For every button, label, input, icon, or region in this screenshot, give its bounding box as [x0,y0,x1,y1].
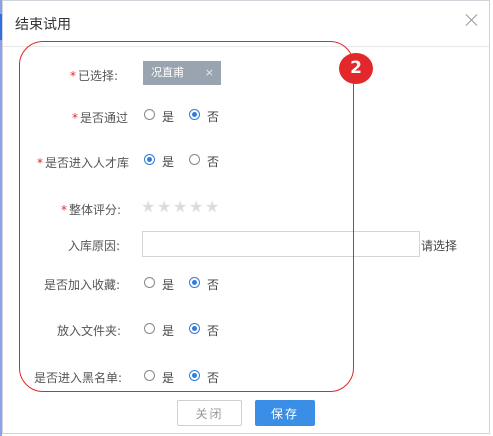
favorite-no-label: 否 [207,278,220,292]
close-button[interactable]: 关闭 [177,400,242,426]
pass-label: * 是否通过 [72,109,128,126]
dialog-title: 结束试用 [15,17,71,33]
candidate-name: 况直甫 [151,66,184,79]
pass-no-radio[interactable] [189,109,200,120]
folder-yes-radio[interactable] [144,323,155,334]
dialog-header: 结束试用 [3,1,489,47]
star-icon[interactable]: ★ [173,198,187,216]
blacklist-label: 是否进入黑名单: [34,371,123,385]
folder-yes-label: 是 [162,324,175,338]
rating-label-text: 整体评分: [69,203,122,217]
favorite-no-radio[interactable] [189,277,200,288]
folder-no-label: 否 [207,324,220,338]
favorite-yes-label: 是 [162,278,175,292]
required-mark: * [37,156,43,170]
star-icon[interactable]: ★ [205,198,219,216]
pass-no-label: 否 [207,110,220,124]
favorite-yes-radio[interactable] [144,277,155,288]
folder-label: 放入文件夹: [57,324,122,338]
pass-yes-radio[interactable] [144,109,155,120]
talent-pool-yes-radio[interactable] [144,154,155,165]
star-icon[interactable]: ★ [189,198,203,216]
rating-label: * 整体评分: [61,201,121,218]
required-mark: * [61,203,67,217]
save-button[interactable]: 保存 [255,400,315,426]
required-mark: * [72,111,78,125]
selected-label: * 已选择: [70,67,118,84]
blacklist-yes-label: 是 [162,371,175,385]
talent-pool-no-radio[interactable] [189,154,200,165]
star-icon[interactable]: ★ [157,198,171,216]
pass-yes-label: 是 [162,110,175,124]
talent-pool-yes-label: 是 [162,155,175,169]
blacklist-no-radio[interactable] [189,370,200,381]
star-icon[interactable]: ★ [141,198,155,216]
required-mark: * [70,69,76,83]
reason-input[interactable] [142,231,420,257]
annotation-step-badge: 2 [339,53,373,84]
folder-no-radio[interactable] [189,323,200,334]
selected-label-text: 已选择: [78,69,119,83]
favorite-label: 是否加入收藏: [44,278,121,292]
reason-label: 入库原因: [68,239,121,253]
pass-label-text: 是否通过 [80,111,129,125]
close-icon[interactable] [465,13,479,27]
selected-candidate-tag: 况直甫 × [143,61,221,85]
choose-reason-link[interactable]: 请选择 [421,237,457,254]
talent-pool-label-text: 是否进入人才库 [45,156,130,170]
talent-pool-no-label: 否 [207,155,220,169]
blacklist-no-label: 否 [207,371,220,385]
talent-pool-label: * 是否进入人才库 [37,154,129,171]
remove-tag-icon[interactable]: × [205,61,214,85]
blacklist-yes-radio[interactable] [144,370,155,381]
